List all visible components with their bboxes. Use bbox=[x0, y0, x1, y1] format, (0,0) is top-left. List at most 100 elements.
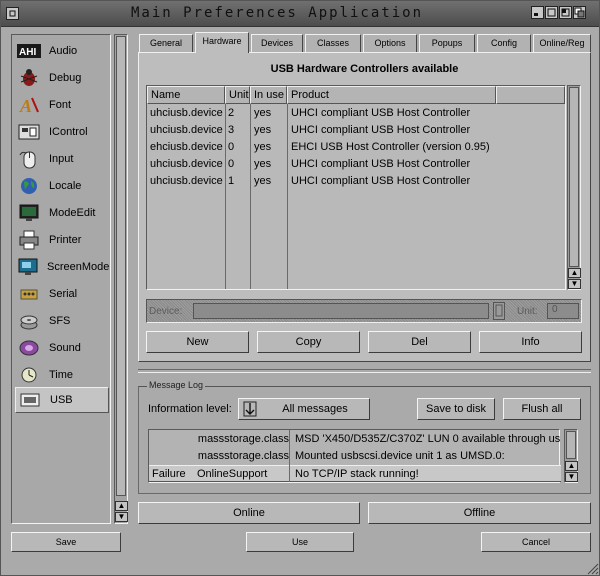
scroll-down-icon[interactable]: ▼ bbox=[115, 512, 128, 522]
device-field[interactable] bbox=[193, 303, 489, 319]
column-header-name[interactable]: Name bbox=[147, 86, 225, 104]
svg-text:AHI: AHI bbox=[19, 47, 36, 58]
depth-icon[interactable] bbox=[573, 6, 586, 19]
hardware-panel: USB Hardware Controllers available Name … bbox=[138, 52, 591, 362]
tab-config[interactable]: Config bbox=[477, 34, 531, 52]
tab-label: Options bbox=[374, 38, 406, 48]
scroll-down-icon[interactable]: ▼ bbox=[568, 279, 581, 289]
cell-unit[interactable]: 2 bbox=[228, 106, 234, 121]
cell-in-use[interactable]: yes bbox=[254, 123, 271, 138]
offline-button[interactable]: Offline bbox=[368, 502, 591, 524]
cell-product[interactable]: UHCI compliant USB Host Controller bbox=[291, 123, 470, 138]
cell-name[interactable]: uhciusb.device bbox=[150, 174, 223, 189]
sidebar-item-sound[interactable]: Sound bbox=[15, 335, 109, 361]
controllers-scroll-knob[interactable] bbox=[569, 87, 579, 267]
column-header-in-use[interactable]: In use bbox=[250, 86, 287, 104]
cycle-icon bbox=[243, 401, 257, 424]
sidebar-item-usb[interactable]: USB bbox=[15, 387, 109, 413]
flush-all-button[interactable]: Flush all bbox=[503, 398, 581, 420]
zoom-icon[interactable] bbox=[559, 6, 572, 19]
unit-label: Unit: bbox=[517, 306, 538, 317]
cell-product[interactable]: UHCI compliant USB Host Controller bbox=[291, 174, 470, 189]
cell-in-use[interactable]: yes bbox=[254, 157, 271, 172]
sidebar-item-printer[interactable]: Printer bbox=[15, 227, 109, 253]
cell-unit[interactable]: 1 bbox=[228, 174, 234, 189]
log-message: MSD 'X450/D535Z/C370Z' LUN 0 available t… bbox=[295, 433, 561, 445]
cell-product[interactable]: EHCI USB Host Controller (version 0.95) bbox=[291, 140, 490, 155]
log-row[interactable]: massstorage.class MSD 'X450/D535Z/C370Z'… bbox=[149, 431, 561, 448]
info-button[interactable]: Info bbox=[479, 331, 582, 353]
cell-product[interactable]: UHCI compliant USB Host Controller bbox=[291, 157, 470, 172]
log-source: OnlineSupport bbox=[197, 468, 268, 480]
title-bar[interactable]: Main Preferences Application bbox=[1, 1, 599, 27]
log-scrollbar[interactable]: ▲ ▼ bbox=[564, 429, 578, 483]
column-divider bbox=[287, 104, 288, 289]
copy-button[interactable]: Copy bbox=[257, 331, 360, 353]
sidebar-item-icontrol[interactable]: IControl bbox=[15, 119, 109, 145]
log-row[interactable]: massstorage.class Mounted usbscsi.device… bbox=[149, 448, 561, 465]
scroll-down-icon[interactable]: ▼ bbox=[565, 472, 578, 482]
sidebar-item-audio[interactable]: AHI Audio bbox=[15, 38, 109, 64]
sidebar-item-sfs[interactable]: SFS bbox=[15, 308, 109, 334]
tab-popups[interactable]: Popups bbox=[419, 34, 475, 52]
scroll-up-icon[interactable]: ▲ bbox=[115, 501, 128, 511]
sidebar-scrollbar[interactable]: ▲ ▼ bbox=[114, 34, 128, 524]
sidebar-item-locale[interactable]: Locale bbox=[15, 173, 109, 199]
sidebar-item-input[interactable]: Input bbox=[15, 146, 109, 172]
popup-file-icon[interactable] bbox=[493, 302, 505, 320]
cell-unit[interactable]: 0 bbox=[228, 157, 234, 172]
tab-label: Popups bbox=[431, 38, 463, 48]
unit-field[interactable]: 0 bbox=[547, 303, 579, 319]
iconify-icon[interactable] bbox=[531, 6, 544, 19]
font-icon: A bbox=[17, 94, 41, 116]
tab-classes[interactable]: Classes bbox=[305, 34, 361, 52]
tab-devices[interactable]: Devices bbox=[251, 34, 303, 52]
new-button[interactable]: New bbox=[146, 331, 249, 353]
cell-unit[interactable]: 3 bbox=[228, 123, 234, 138]
cell-in-use[interactable]: yes bbox=[254, 174, 271, 189]
save-to-disk-button[interactable]: Save to disk bbox=[417, 398, 495, 420]
sidebar-item-time[interactable]: Time bbox=[15, 362, 109, 388]
column-header-unit[interactable]: Unit bbox=[225, 86, 250, 104]
log-row-selected[interactable]: Failure OnlineSupport No TCP/IP stack ru… bbox=[149, 465, 561, 482]
log-scroll-knob[interactable] bbox=[566, 431, 576, 459]
online-button[interactable]: Online bbox=[138, 502, 360, 524]
sidebar-item-modeedit[interactable]: ModeEdit bbox=[15, 200, 109, 226]
use-button[interactable]: Use bbox=[246, 532, 354, 552]
sidebar-item-font[interactable]: A Font bbox=[15, 92, 109, 118]
info-level-cycle[interactable]: All messages bbox=[238, 398, 370, 420]
scroll-up-icon[interactable]: ▲ bbox=[568, 268, 581, 278]
sidebar-scroll-knob[interactable] bbox=[116, 36, 126, 496]
cell-in-use[interactable]: yes bbox=[254, 140, 271, 155]
controllers-scrollbar[interactable]: ▲ ▼ bbox=[567, 85, 581, 290]
tab-hardware[interactable]: Hardware bbox=[195, 32, 249, 53]
del-button[interactable]: Del bbox=[368, 331, 471, 353]
cell-name[interactable]: ehciusb.device bbox=[150, 140, 223, 155]
close-icon[interactable] bbox=[6, 7, 19, 20]
scroll-up-icon[interactable]: ▲ bbox=[565, 461, 578, 471]
tab-general[interactable]: General bbox=[139, 34, 193, 52]
sidebar-item-serial[interactable]: Serial bbox=[15, 281, 109, 307]
cell-name[interactable]: uhciusb.device bbox=[150, 106, 223, 121]
sidebar-item-label: Input bbox=[49, 153, 74, 165]
cancel-button[interactable]: Cancel bbox=[481, 532, 591, 552]
ahi-audio-icon: AHI bbox=[17, 40, 41, 62]
log-list[interactable]: massstorage.class MSD 'X450/D535Z/C370Z'… bbox=[148, 429, 561, 483]
cell-name[interactable]: uhciusb.device bbox=[150, 157, 223, 172]
cell-in-use[interactable]: yes bbox=[254, 106, 271, 121]
sidebar-item-debug[interactable]: Debug bbox=[15, 65, 109, 91]
tab-online-reg[interactable]: Online/Reg bbox=[533, 34, 591, 52]
save-button[interactable]: Save bbox=[11, 532, 121, 552]
tab-options[interactable]: Options bbox=[363, 34, 417, 52]
panel-splitter[interactable] bbox=[138, 369, 591, 373]
sidebar-item-label: Serial bbox=[49, 288, 78, 300]
column-header-product[interactable]: Product bbox=[287, 86, 496, 104]
snapshot-icon[interactable] bbox=[545, 6, 558, 19]
cell-unit[interactable]: 0 bbox=[228, 140, 234, 155]
sidebar-item-screenmode[interactable]: ScreenMode bbox=[15, 254, 109, 280]
controllers-list[interactable]: Name Unit In use Product uhciusb.device … bbox=[146, 85, 566, 290]
cell-name[interactable]: uhciusb.device bbox=[150, 123, 223, 138]
bug-icon bbox=[17, 67, 41, 89]
cell-product[interactable]: UHCI compliant USB Host Controller bbox=[291, 106, 470, 121]
resize-icon[interactable] bbox=[587, 563, 599, 575]
